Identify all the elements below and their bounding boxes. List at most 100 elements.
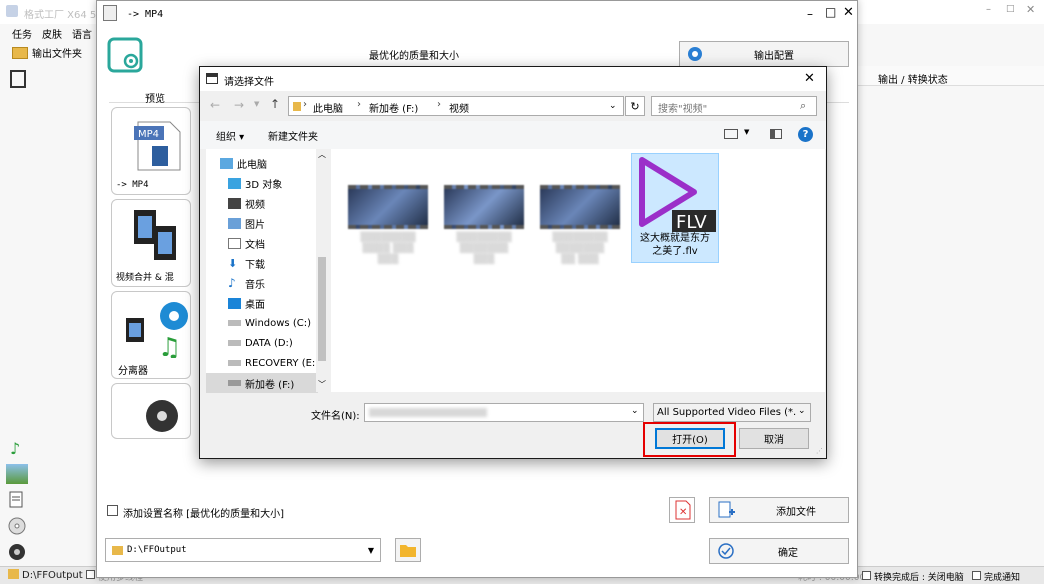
nav-item-new-volume-f[interactable]: 新加卷 (F:) bbox=[206, 373, 318, 393]
help-icon[interactable]: ? bbox=[798, 127, 813, 142]
filetype-select[interactable]: All Supported Video Files (*. ⌄ bbox=[653, 403, 811, 422]
file-name: 这大概就是东方 之美了.flv bbox=[640, 233, 710, 257]
music-folder-icon: ♪ bbox=[228, 275, 236, 290]
search-input[interactable]: 搜索"视频" ⌕ bbox=[651, 96, 817, 116]
breadcrumb-videos[interactable]: 视频 bbox=[449, 100, 469, 115]
splitter-icon: ♫ bbox=[124, 298, 190, 358]
scroll-down-icon[interactable]: ﹀ bbox=[318, 379, 326, 390]
notify-label: 完成通知 bbox=[984, 573, 1021, 583]
dialog-close-icon[interactable]: ✕ bbox=[804, 71, 815, 86]
main-close-icon[interactable]: ✕ bbox=[1026, 3, 1035, 16]
recent-dropdown-icon[interactable]: ▼ bbox=[254, 100, 259, 108]
preview-pane-icon[interactable] bbox=[770, 129, 782, 139]
task-list-panel: 输出 / 转换状态 bbox=[858, 66, 1044, 568]
refresh-button[interactable]: ↻ bbox=[625, 96, 645, 116]
address-bar[interactable]: › 此电脑 › 新加卷 (F:) › 视频 ⌄ bbox=[288, 96, 624, 116]
open-button[interactable]: 打开(O) bbox=[655, 428, 725, 449]
svg-text:♪: ♪ bbox=[10, 439, 20, 458]
video-thumbnail bbox=[540, 185, 620, 229]
main-title: 格式工厂 X64 5.2 bbox=[24, 10, 106, 21]
document-folder-icon bbox=[228, 237, 241, 249]
nav-scrollbar[interactable]: ︿ ﹀ bbox=[316, 149, 328, 392]
new-folder-button[interactable]: 新建文件夹 bbox=[268, 128, 318, 143]
menu-task[interactable]: 任务 bbox=[12, 26, 32, 41]
quality-label: 最优化的质量和大小 bbox=[369, 51, 459, 62]
splitter-tile[interactable]: ♫ 分离器 bbox=[111, 291, 191, 379]
cube-icon bbox=[228, 177, 241, 189]
tools-category-icon[interactable] bbox=[6, 542, 28, 562]
scroll-up-icon[interactable]: ︿ bbox=[318, 149, 326, 160]
video-merge-tile[interactable]: 视频合并 & 混 bbox=[111, 199, 191, 287]
breadcrumb-this-pc[interactable]: 此电脑 bbox=[313, 100, 343, 115]
drive-icon bbox=[228, 320, 241, 326]
document-category-icon[interactable] bbox=[6, 490, 28, 510]
output-folder-button[interactable]: 输出文件夹 bbox=[12, 45, 82, 60]
config-minimize-icon[interactable]: – bbox=[807, 7, 813, 21]
mp4-tile[interactable]: MP4 -> MP4 bbox=[111, 107, 191, 195]
computer-icon bbox=[220, 157, 233, 169]
flv-file-icon: FLV bbox=[639, 157, 716, 232]
config-maximize-icon[interactable]: □ bbox=[825, 5, 836, 19]
up-arrow-icon[interactable]: ↑ bbox=[270, 97, 280, 111]
drive-icon bbox=[228, 360, 241, 366]
video-thumbnail bbox=[444, 185, 524, 229]
filename-dropdown-icon[interactable]: ⌄ bbox=[631, 406, 639, 416]
after-convert-checkbox[interactable] bbox=[862, 571, 871, 580]
dialog-titlebar: 请选择文件 ✕ bbox=[200, 67, 826, 91]
picture-category-icon[interactable] bbox=[6, 464, 28, 484]
main-maximize-icon[interactable]: □ bbox=[1006, 4, 1015, 14]
resize-grip-icon[interactable]: ⋰ bbox=[816, 447, 823, 455]
file-item-selected-flv[interactable]: FLV 这大概就是东方 之美了.flv bbox=[631, 153, 719, 263]
view-dropdown-icon[interactable]: ▼ bbox=[744, 128, 749, 136]
video-merge-icon bbox=[132, 208, 188, 264]
status-output-path[interactable]: D:\FFOutput bbox=[22, 570, 83, 581]
dialog-toolbar: 组织 ▾ 新建文件夹 ▼ ? bbox=[200, 121, 826, 149]
folder-icon bbox=[400, 545, 416, 557]
cancel-button[interactable]: 取消 bbox=[739, 428, 809, 449]
add-setting-checkbox[interactable] bbox=[107, 505, 118, 516]
organize-menu[interactable]: 组织 ▾ bbox=[216, 128, 244, 143]
disc-tile[interactable] bbox=[111, 383, 191, 439]
address-dropdown-icon[interactable]: ⌄ bbox=[609, 101, 617, 111]
menu-language[interactable]: 语言 bbox=[72, 26, 92, 41]
folder-icon bbox=[8, 569, 19, 579]
drive-icon bbox=[228, 380, 241, 386]
filename-input[interactable]: ⌄ bbox=[364, 403, 644, 422]
view-mode-icon[interactable] bbox=[724, 129, 738, 139]
add-file-icon bbox=[718, 501, 735, 518]
mp4-file-icon: MP4 bbox=[132, 120, 184, 172]
output-status-header: 输出 / 转换状态 bbox=[878, 75, 948, 86]
open-file-dialog: 请选择文件 ✕ ← → ▼ ↑ › 此电脑 › 新加卷 (F:) › 视频 ⌄ … bbox=[199, 66, 827, 459]
refresh-icon: ↻ bbox=[630, 99, 640, 113]
filetype-dropdown-icon[interactable]: ⌄ bbox=[796, 406, 806, 416]
audio-category-icon[interactable]: ♪ bbox=[6, 438, 28, 458]
file-item[interactable]: ▒▒▒▒▒▒▒▒ ▒▒▒▒ ▒▒▒ ▒▒▒ bbox=[345, 185, 431, 266]
breadcrumb-drive[interactable]: 新加卷 (F:) bbox=[369, 100, 418, 115]
config-title: -> MP4 bbox=[127, 9, 164, 20]
svg-text:FLV: FLV bbox=[676, 212, 707, 232]
output-config-button[interactable]: 输出配置 bbox=[679, 41, 849, 67]
config-close-icon[interactable]: ✕ bbox=[843, 5, 854, 20]
remove-file-button[interactable]: ✕ bbox=[669, 497, 695, 523]
browse-folder-button[interactable] bbox=[395, 538, 421, 562]
multithread-checkbox[interactable] bbox=[86, 570, 95, 579]
svg-text:MP4: MP4 bbox=[138, 129, 159, 140]
file-item[interactable]: ▒▒▒▒▒▒▒▒ ▒▒▒▒▒▒▒ ▒▒▒ bbox=[441, 185, 527, 266]
checkmark-icon bbox=[718, 543, 734, 559]
main-minimize-icon[interactable]: – bbox=[986, 4, 991, 15]
scrollbar-thumb[interactable] bbox=[318, 257, 326, 361]
app-logo-icon bbox=[6, 5, 18, 17]
disc-category-icon[interactable] bbox=[6, 516, 28, 536]
file-item[interactable]: ▒▒▒▒▒▒▒▒ ▒▒▒▒▒▒▒ ▒▒ ▒▒▒ bbox=[537, 185, 623, 266]
confirm-button[interactable]: 确定 bbox=[709, 538, 849, 564]
forward-arrow-icon[interactable]: → bbox=[234, 98, 244, 112]
output-path-select[interactable]: D:\FFOutput ▼ bbox=[105, 538, 381, 562]
back-arrow-icon[interactable]: ← bbox=[210, 98, 220, 112]
navigation-pane: 此电脑 3D 对象 视频 图片 文档 ⬇ 下载 ♪ 音乐 桌面 Windows … bbox=[206, 149, 328, 393]
menu-skin[interactable]: 皮肤 bbox=[42, 26, 62, 41]
add-file-button[interactable]: 添加文件 bbox=[709, 497, 849, 523]
download-folder-icon: ⬇ bbox=[228, 256, 238, 270]
after-convert-label: 转换完成后 : 关闭电脑 bbox=[874, 573, 964, 583]
gear-icon bbox=[688, 47, 702, 61]
notify-checkbox[interactable] bbox=[972, 571, 981, 580]
